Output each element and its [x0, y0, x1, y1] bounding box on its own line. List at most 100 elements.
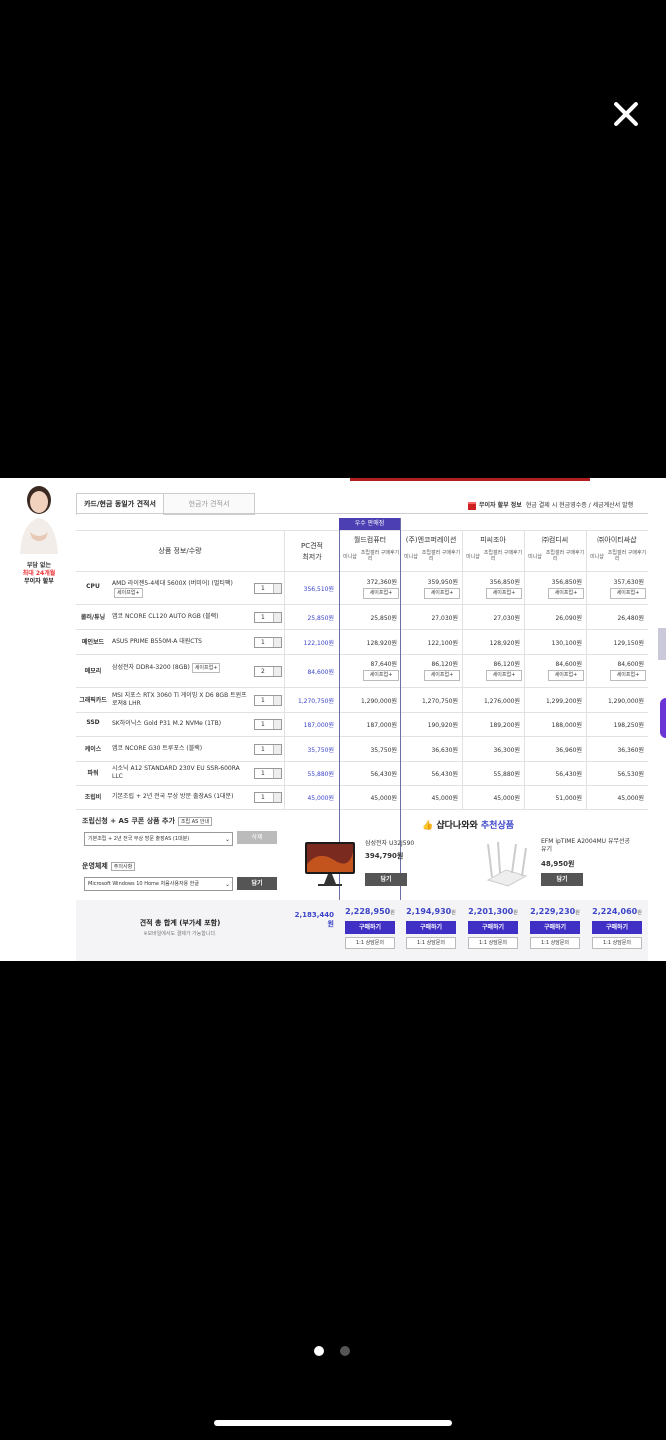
header-seller-sub[interactable]: 구매후기: [380, 550, 400, 556]
row-product-text[interactable]: AMD 라이젠5-4세대 5600X (버미어) (멀티팩): [112, 580, 233, 587]
header-seller[interactable]: 피씨조아: [462, 535, 524, 545]
row-product-name[interactable]: AMD 라이젠5-4세대 5600X (버미어) (멀티팩)세이프업+: [112, 580, 250, 598]
header-seller-sub[interactable]: 미니샵: [463, 554, 483, 560]
safe-up-tag[interactable]: 세이프업+: [191, 662, 221, 673]
stepper-arrows-icon[interactable]: [273, 695, 281, 705]
header-seller-sub[interactable]: 미니샵: [587, 554, 607, 560]
stepper-arrows-icon[interactable]: [273, 769, 281, 778]
row-product-name[interactable]: 시소닉 A12 STANDARD 230V EU SSR-600RA LLC: [112, 765, 250, 781]
safe-up-button[interactable]: 세이프업+: [363, 588, 399, 599]
header-seller-sub[interactable]: 구매후기: [627, 550, 647, 556]
stepper-arrows-icon[interactable]: [273, 584, 281, 593]
header-seller-sub[interactable]: 조립갤러리: [607, 550, 627, 562]
page-dot[interactable]: [314, 1346, 324, 1356]
safe-up-button[interactable]: 세이프업+: [363, 670, 399, 681]
os-add-button[interactable]: 담기: [237, 877, 277, 890]
quantity-stepper[interactable]: 1: [254, 611, 282, 623]
safe-up-button[interactable]: 세이프업+: [486, 588, 522, 599]
quantity-stepper[interactable]: 1: [254, 636, 282, 648]
stepper-arrows-icon[interactable]: [273, 612, 281, 622]
quantity-stepper[interactable]: 1: [254, 719, 282, 730]
consult-button[interactable]: 1:1 상담문의: [592, 937, 642, 949]
notice-title[interactable]: 무이자 할부 정보: [479, 502, 522, 509]
safe-up-button[interactable]: 세이프업+: [610, 588, 646, 599]
header-seller-sub[interactable]: 조립갤러리: [421, 550, 441, 562]
header-seller[interactable]: 월드컴퓨터: [339, 535, 401, 545]
buy-button[interactable]: 구매하기: [468, 921, 518, 934]
header-seller-sub[interactable]: 조립갤러리: [545, 550, 565, 562]
reco-item-name[interactable]: 삼성전자 U32J590: [365, 840, 445, 848]
header-seller-sub[interactable]: 미니샵: [401, 554, 421, 560]
tab-card-cash[interactable]: 카드/현금 동일가 견적서: [76, 493, 164, 515]
row-product-name[interactable]: ASUS PRIME B550M-A 대원CTS: [112, 638, 250, 646]
header-seller-sub[interactable]: 구매후기: [503, 550, 523, 556]
close-button[interactable]: [608, 96, 644, 132]
reco-prefix: 샵다나와: [436, 821, 470, 831]
buy-button[interactable]: 구매하기: [592, 921, 642, 934]
row-product-name[interactable]: 앱코 NCORE G30 트루포스 (블랙): [112, 745, 250, 753]
row-product-text[interactable]: 삼성전자 DDR4-3200 (8GB): [112, 664, 190, 671]
row-product-text[interactable]: ASUS PRIME B550M-A 대원CTS: [112, 638, 202, 645]
row-product-text[interactable]: SK하이닉스 Gold P31 M.2 NVMe (1TB): [112, 720, 221, 727]
consult-button[interactable]: 1:1 상담문의: [345, 937, 395, 949]
buy-button[interactable]: 구매하기: [530, 921, 580, 934]
header-seller[interactable]: ㈜아이티싸샵: [586, 535, 648, 545]
installment-promo[interactable]: 부담 없는 최대 24개월 무이자 할부: [8, 482, 70, 594]
buy-button[interactable]: 구매하기: [345, 921, 395, 934]
header-seller-sub[interactable]: 조립갤러리: [360, 550, 380, 562]
safe-up-button[interactable]: 세이프업+: [548, 588, 584, 599]
safe-up-button[interactable]: 세이프업+: [424, 588, 460, 599]
header-seller[interactable]: (주)엔코퍼레이션: [400, 535, 462, 545]
quantity-stepper[interactable]: 1: [254, 792, 282, 803]
row-product-text[interactable]: MSI 지포스 RTX 3060 Ti 게이밍 X D6 8GB 트윈프로져8 …: [112, 692, 247, 707]
consult-button[interactable]: 1:1 상담문의: [406, 937, 456, 949]
header-seller[interactable]: ㈜컴디씨: [524, 535, 586, 545]
router-image[interactable]: [482, 840, 530, 888]
page-dot[interactable]: [340, 1346, 350, 1356]
os-select[interactable]: Microsoft Windows 10 Home 처음사용자용 한글 ⌄: [84, 877, 233, 891]
reco-add-button[interactable]: 담기: [365, 873, 407, 886]
assembly-select[interactable]: 기본조립 + 2년 전국 무상 방문 출장AS (1대분) ⌄: [84, 832, 233, 846]
table-row-divider: [76, 809, 648, 810]
delete-button[interactable]: 삭제: [237, 831, 277, 844]
row-product-name[interactable]: 삼성전자 DDR4-3200 (8GB) 세이프업+: [112, 662, 250, 673]
header-seller-sub[interactable]: 미니샵: [525, 554, 545, 560]
tab-cash-only[interactable]: 현금가 견적서: [163, 493, 255, 515]
stepper-arrows-icon[interactable]: [273, 666, 281, 676]
header-seller-sub[interactable]: 구매후기: [565, 550, 585, 556]
row-product-name[interactable]: 기본조립 + 2년 전국 무상 방문 출장AS (1대분): [112, 793, 250, 801]
header-seller-sub[interactable]: 구매후기: [441, 550, 461, 556]
quantity-stepper[interactable]: 1: [254, 768, 282, 779]
reco-item-name[interactable]: EFM ipTIME A2004MU 유무선공유기: [541, 838, 631, 854]
row-product-text[interactable]: 기본조립 + 2년 전국 무상 방문 출장AS (1대분): [112, 793, 233, 800]
row-product-name[interactable]: SK하이닉스 Gold P31 M.2 NVMe (1TB): [112, 720, 250, 728]
os-caution-button[interactable]: 주의사항: [110, 862, 136, 871]
header-seller-sub[interactable]: 미니샵: [340, 554, 360, 560]
safe-up-button[interactable]: 세이프업+: [486, 670, 522, 681]
stepper-arrows-icon[interactable]: [273, 637, 281, 647]
header-seller-sub[interactable]: 조립갤러리: [483, 550, 503, 562]
home-indicator[interactable]: [214, 1420, 452, 1426]
reco-add-button[interactable]: 담기: [541, 873, 583, 886]
buy-button[interactable]: 구매하기: [406, 921, 456, 934]
stepper-arrows-icon[interactable]: [273, 720, 281, 729]
row-product-name[interactable]: 앱코 NCORE CL120 AUTO RGB (블랙): [112, 613, 250, 621]
safe-up-button[interactable]: 세이프업+: [548, 670, 584, 681]
consult-button[interactable]: 1:1 상담문의: [468, 937, 518, 949]
row-product-name[interactable]: MSI 지포스 RTX 3060 Ti 게이밍 X D6 8GB 트윈프로져8 …: [112, 692, 250, 708]
row-product-text[interactable]: 시소닉 A12 STANDARD 230V EU SSR-600RA LLC: [112, 765, 240, 780]
monitor-image[interactable]: [304, 840, 356, 888]
stepper-arrows-icon[interactable]: [273, 744, 281, 754]
safe-up-button[interactable]: 세이프업+: [610, 670, 646, 681]
consult-button[interactable]: 1:1 상담문의: [530, 937, 580, 949]
quantity-stepper[interactable]: 1: [254, 694, 282, 706]
assembly-as-guide-button[interactable]: 조립 AS 안내: [177, 817, 213, 826]
quantity-stepper[interactable]: 2: [254, 665, 282, 677]
safe-up-button[interactable]: 세이프업+: [424, 670, 460, 681]
safe-up-tag[interactable]: 세이프업+: [114, 588, 143, 598]
stepper-arrows-icon[interactable]: [273, 793, 281, 802]
quantity-stepper[interactable]: 1: [254, 583, 282, 594]
row-product-text[interactable]: 앱코 NCORE G30 트루포스 (블랙): [112, 745, 202, 752]
row-product-text[interactable]: 앱코 NCORE CL120 AUTO RGB (블랙): [112, 613, 218, 620]
quantity-stepper[interactable]: 1: [254, 743, 282, 755]
